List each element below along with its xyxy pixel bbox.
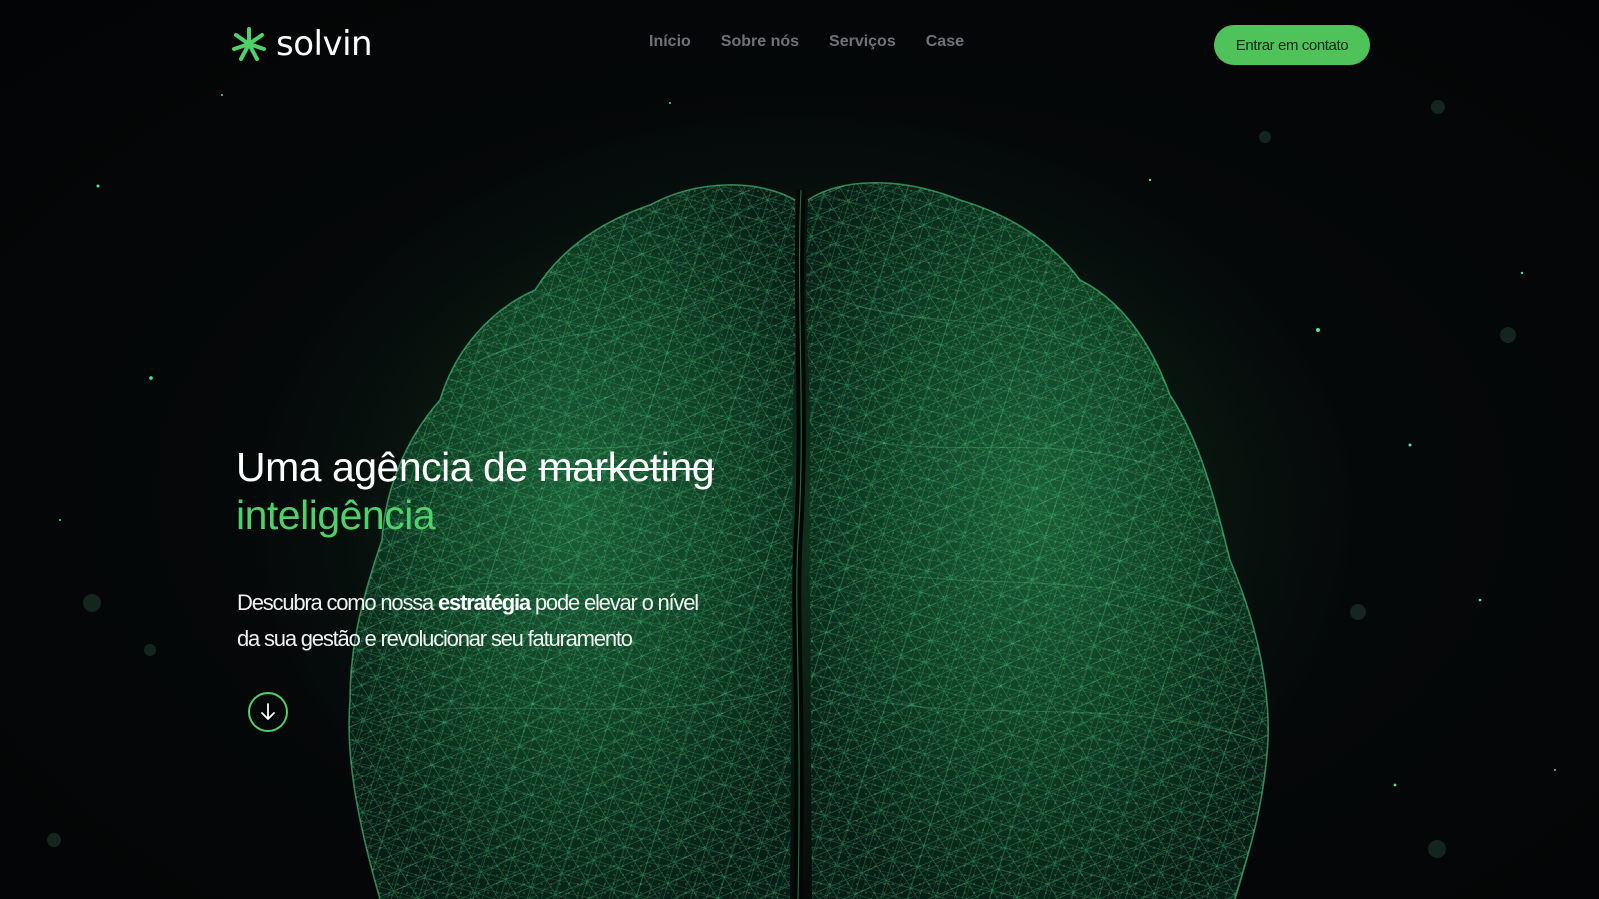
nav-link-case[interactable]: Case [926,33,964,51]
main-nav: Início Sobre nós Serviços Case [649,33,964,51]
brand-logo[interactable]: solvin [228,24,373,64]
hero-subtitle-bold: estratégia [438,590,531,615]
brand-name: solvin [276,24,373,64]
hero-title-prefix: Uma agência de [236,444,528,490]
hero-title-accent-word: inteligência [236,492,436,538]
scroll-down-button[interactable] [248,692,288,732]
solvin-asterisk-icon [232,27,266,61]
nav-link-servicos[interactable]: Serviços [829,33,896,51]
site-header: solvin Início Sobre nós Serviços Case En… [0,0,1599,90]
nav-link-inicio[interactable]: Início [649,33,691,51]
arrow-down-icon [261,703,275,720]
nav-link-sobre-nos[interactable]: Sobre nós [721,33,799,51]
page: solvin Início Sobre nós Serviços Case En… [0,0,1599,899]
hero-subtitle-start: Descubra como nossa [237,590,434,615]
hero-title: Uma agência de marketing inteligência [236,443,756,539]
contact-button[interactable]: Entrar em contato [1214,25,1370,65]
hero-title-struck-word: marketing [538,444,714,490]
hero-subtitle: Descubra como nossa estratégia pode elev… [237,585,717,657]
